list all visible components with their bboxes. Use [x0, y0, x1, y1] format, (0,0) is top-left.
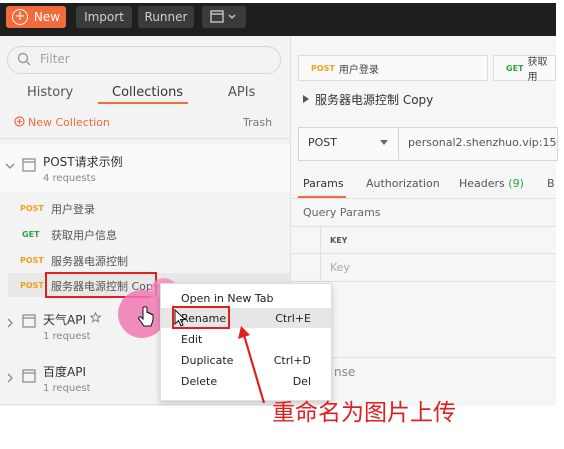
search-input[interactable]: Filter — [7, 46, 281, 74]
annotation-arrow — [238, 326, 266, 404]
method-badge: POST — [20, 256, 44, 265]
add-circle-icon — [14, 116, 25, 127]
menu-item-label: Edit — [181, 333, 203, 346]
method-badge: POST — [311, 63, 335, 73]
new-collection-button[interactable]: New Collection — [14, 116, 110, 129]
method-badge: POST — [20, 204, 44, 213]
topbar-right-area — [254, 3, 556, 36]
tab-body[interactable]: B — [547, 177, 555, 190]
menu-item-label: Delete — [181, 375, 218, 388]
divider — [290, 198, 556, 199]
collection-name: POST请求示例 — [43, 155, 123, 169]
menu-item-label: Duplicate — [181, 354, 234, 367]
menu-item-open-in-new-tab[interactable]: Open in New Tab — [161, 288, 331, 308]
list-item[interactable]: POST 服务器电源控制 — [0, 249, 290, 271]
tab-params[interactable]: Params — [303, 177, 344, 190]
query-params-label: Query Params — [303, 206, 381, 219]
request-name: 用户登录 — [51, 203, 95, 216]
menu-item-shortcut: Ctrl+E — [275, 312, 311, 325]
dropdown-caret-icon — [380, 140, 388, 145]
trash-button[interactable]: Trash — [243, 116, 272, 129]
headers-count: (9) — [508, 177, 524, 190]
key-column-header: KEY — [330, 236, 348, 245]
list-item[interactable]: POST 用户登录 — [0, 197, 290, 219]
collection-name: 天气API — [43, 313, 86, 327]
folder-icon — [22, 158, 36, 172]
response-label: nse — [334, 365, 356, 379]
active-tab-indicator — [98, 102, 188, 104]
new-button[interactable]: + New — [6, 6, 66, 28]
menu-item-shortcut: Del — [292, 375, 311, 388]
request-name: 服务器电源控制 — [51, 255, 128, 268]
new-label: New — [33, 10, 61, 24]
url-input[interactable]: personal2.shenzhuo.vip:1500( — [408, 136, 556, 149]
search-icon — [17, 52, 31, 66]
headers-label: Headers — [459, 177, 505, 190]
key-input[interactable]: Key — [330, 261, 350, 274]
collection-count: 1 request — [43, 383, 91, 394]
method-select[interactable]: POST — [298, 127, 399, 159]
annotation-text: 重命名为图片上传 — [272, 400, 456, 426]
column-divider — [320, 226, 321, 282]
menu-item-label: Open in New Tab — [181, 292, 274, 305]
collection-name: 百度API — [43, 365, 86, 379]
caret-right-icon[interactable] — [302, 94, 310, 104]
tab-collections[interactable]: Collections — [112, 85, 183, 100]
collection-count: 4 requests — [43, 173, 96, 184]
divider — [330, 357, 556, 358]
request-tab-label: 用户登录 — [338, 64, 379, 76]
list-item[interactable]: GET 获取用户信息 — [0, 223, 290, 245]
method-badge: GET — [506, 63, 524, 73]
divider — [0, 138, 290, 139]
import-button[interactable]: Import — [76, 6, 132, 28]
runner-button[interactable]: Runner — [138, 6, 194, 28]
request-tab[interactable]: GET 获取用 — [493, 55, 556, 83]
collection-count: 1 request — [43, 331, 91, 342]
search-placeholder: Filter — [40, 52, 70, 66]
window-icon — [210, 10, 236, 23]
request-name: 获取用户信息 — [51, 229, 117, 242]
chevron-right-icon[interactable] — [6, 318, 14, 328]
star-icon[interactable] — [90, 312, 101, 323]
tab-apis[interactable]: APIs — [228, 85, 255, 100]
method-value: POST — [308, 136, 337, 149]
folder-icon — [22, 369, 36, 383]
method-badge: GET — [22, 230, 40, 239]
plus-icon: + — [11, 9, 28, 25]
folder-icon — [22, 314, 36, 328]
request-title: 服务器电源控制 Copy — [315, 93, 434, 107]
new-window-button[interactable] — [202, 6, 246, 28]
arrow-cursor-icon — [174, 309, 187, 327]
chevron-right-icon[interactable] — [6, 373, 14, 383]
request-tab[interactable]: POST 用户登录 — [298, 55, 488, 81]
tab-headers[interactable]: Headers (9) — [459, 177, 524, 190]
method-badge: POST — [20, 281, 44, 290]
menu-item-shortcut: Ctrl+D — [273, 354, 311, 367]
new-collection-label: New Collection — [28, 116, 110, 129]
hand-cursor-icon — [138, 306, 154, 327]
tab-authorization[interactable]: Authorization — [366, 177, 440, 190]
tab-history[interactable]: History — [27, 85, 73, 100]
chevron-down-icon[interactable] — [5, 162, 15, 170]
request-tab-label: 获取用 — [527, 57, 548, 83]
